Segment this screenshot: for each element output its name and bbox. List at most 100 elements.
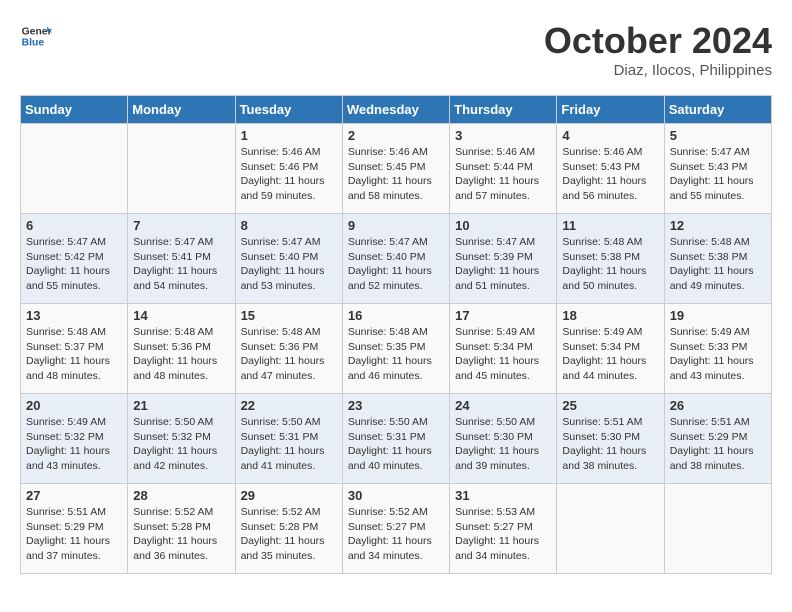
day-number: 18 (562, 308, 658, 323)
calendar-cell: 21 Sunrise: 5:50 AM Sunset: 5:32 PM Dayli… (128, 394, 235, 484)
day-number: 15 (241, 308, 337, 323)
day-number: 14 (133, 308, 229, 323)
day-detail: Sunrise: 5:49 AM Sunset: 5:33 PM Dayligh… (670, 325, 766, 384)
calendar-table: SundayMondayTuesdayWednesdayThursdayFrid… (20, 95, 772, 574)
day-header-monday: Monday (128, 96, 235, 124)
calendar-cell: 28 Sunrise: 5:52 AM Sunset: 5:28 PM Dayli… (128, 484, 235, 574)
calendar-cell: 25 Sunrise: 5:51 AM Sunset: 5:30 PM Dayli… (557, 394, 664, 484)
day-number: 22 (241, 398, 337, 413)
day-number: 1 (241, 128, 337, 143)
day-number: 20 (26, 398, 122, 413)
day-detail: Sunrise: 5:49 AM Sunset: 5:32 PM Dayligh… (26, 415, 122, 474)
calendar-cell: 15 Sunrise: 5:48 AM Sunset: 5:36 PM Dayli… (235, 304, 342, 394)
day-number: 28 (133, 488, 229, 503)
page-header: General Blue October 2024 Diaz, Ilocos, … (20, 20, 772, 79)
calendar-cell: 10 Sunrise: 5:47 AM Sunset: 5:39 PM Dayli… (450, 214, 557, 304)
calendar-cell: 24Sunrise: 5:50 AM Sunset: 5:30 PM Dayli… (450, 394, 557, 484)
title-block: October 2024 Diaz, Ilocos, Philippines (544, 20, 772, 79)
day-detail: Sunrise: 5:47 AM Sunset: 5:41 PM Dayligh… (133, 235, 229, 294)
day-detail: Sunrise: 5:52 AM Sunset: 5:28 PM Dayligh… (133, 505, 229, 564)
calendar-cell (128, 124, 235, 214)
day-detail: Sunrise: 5:48 AM Sunset: 5:37 PM Dayligh… (26, 325, 122, 384)
calendar-cell: 23 Sunrise: 5:50 AM Sunset: 5:31 PM Dayli… (342, 394, 449, 484)
day-header-saturday: Saturday (664, 96, 771, 124)
calendar-cell: 16Sunrise: 5:48 AM Sunset: 5:35 PM Dayli… (342, 304, 449, 394)
day-detail: Sunrise: 5:50 AM Sunset: 5:31 PM Dayligh… (348, 415, 444, 474)
calendar-cell: 22 Sunrise: 5:50 AM Sunset: 5:31 PM Dayli… (235, 394, 342, 484)
day-header-thursday: Thursday (450, 96, 557, 124)
day-detail: Sunrise: 5:47 AM Sunset: 5:40 PM Dayligh… (348, 235, 444, 294)
day-detail: Sunrise: 5:52 AM Sunset: 5:27 PM Dayligh… (348, 505, 444, 564)
calendar-cell: 2Sunrise: 5:46 AM Sunset: 5:45 PM Daylig… (342, 124, 449, 214)
calendar-cell: 5Sunrise: 5:47 AM Sunset: 5:43 PM Daylig… (664, 124, 771, 214)
day-detail: Sunrise: 5:50 AM Sunset: 5:32 PM Dayligh… (133, 415, 229, 474)
day-number: 12 (670, 218, 766, 233)
day-number: 31 (455, 488, 551, 503)
day-detail: Sunrise: 5:47 AM Sunset: 5:42 PM Dayligh… (26, 235, 122, 294)
day-detail: Sunrise: 5:49 AM Sunset: 5:34 PM Dayligh… (562, 325, 658, 384)
calendar-cell: 14 Sunrise: 5:48 AM Sunset: 5:36 PM Dayli… (128, 304, 235, 394)
day-detail: Sunrise: 5:51 AM Sunset: 5:29 PM Dayligh… (26, 505, 122, 564)
day-detail: Sunrise: 5:46 AM Sunset: 5:46 PM Dayligh… (241, 145, 337, 204)
day-number: 3 (455, 128, 551, 143)
calendar-cell (664, 484, 771, 574)
day-header-sunday: Sunday (21, 96, 128, 124)
calendar-cell: 12 Sunrise: 5:48 AM Sunset: 5:38 PM Dayli… (664, 214, 771, 304)
day-detail: Sunrise: 5:49 AM Sunset: 5:34 PM Dayligh… (455, 325, 551, 384)
logo-icon: General Blue (20, 20, 52, 52)
day-detail: Sunrise: 5:46 AM Sunset: 5:45 PM Dayligh… (348, 145, 444, 204)
calendar-cell (21, 124, 128, 214)
calendar-cell: 9 Sunrise: 5:47 AM Sunset: 5:40 PM Daylig… (342, 214, 449, 304)
day-number: 4 (562, 128, 658, 143)
day-number: 26 (670, 398, 766, 413)
day-detail: Sunrise: 5:50 AM Sunset: 5:30 PM Dayligh… (455, 415, 551, 474)
calendar-week-row: 1 Sunrise: 5:46 AM Sunset: 5:46 PM Daylig… (21, 124, 772, 214)
svg-text:Blue: Blue (22, 38, 45, 49)
day-detail: Sunrise: 5:48 AM Sunset: 5:36 PM Dayligh… (133, 325, 229, 384)
day-detail: Sunrise: 5:51 AM Sunset: 5:29 PM Dayligh… (670, 415, 766, 474)
day-number: 7 (133, 218, 229, 233)
calendar-cell: 19Sunrise: 5:49 AM Sunset: 5:33 PM Dayli… (664, 304, 771, 394)
calendar-cell: 31 Sunrise: 5:53 AM Sunset: 5:27 PM Dayli… (450, 484, 557, 574)
day-detail: Sunrise: 5:53 AM Sunset: 5:27 PM Dayligh… (455, 505, 551, 564)
day-number: 13 (26, 308, 122, 323)
calendar-cell (557, 484, 664, 574)
month-title: October 2024 (544, 20, 772, 62)
calendar-cell: 26 Sunrise: 5:51 AM Sunset: 5:29 PM Dayli… (664, 394, 771, 484)
day-number: 6 (26, 218, 122, 233)
calendar-cell: 30 Sunrise: 5:52 AM Sunset: 5:27 PM Dayli… (342, 484, 449, 574)
calendar-cell: 13 Sunrise: 5:48 AM Sunset: 5:37 PM Dayli… (21, 304, 128, 394)
day-number: 17 (455, 308, 551, 323)
day-number: 27 (26, 488, 122, 503)
calendar-cell: 11 Sunrise: 5:48 AM Sunset: 5:38 PM Dayli… (557, 214, 664, 304)
logo: General Blue (20, 20, 52, 52)
calendar-cell: 18 Sunrise: 5:49 AM Sunset: 5:34 PM Dayli… (557, 304, 664, 394)
day-number: 8 (241, 218, 337, 233)
calendar-week-row: 27 Sunrise: 5:51 AM Sunset: 5:29 PM Dayli… (21, 484, 772, 574)
calendar-cell: 8 Sunrise: 5:47 AM Sunset: 5:40 PM Daylig… (235, 214, 342, 304)
day-detail: Sunrise: 5:47 AM Sunset: 5:40 PM Dayligh… (241, 235, 337, 294)
calendar-body: 1 Sunrise: 5:46 AM Sunset: 5:46 PM Daylig… (21, 124, 772, 574)
day-number: 9 (348, 218, 444, 233)
day-number: 21 (133, 398, 229, 413)
day-detail: Sunrise: 5:50 AM Sunset: 5:31 PM Dayligh… (241, 415, 337, 474)
day-detail: Sunrise: 5:46 AM Sunset: 5:44 PM Dayligh… (455, 145, 551, 204)
day-detail: Sunrise: 5:52 AM Sunset: 5:28 PM Dayligh… (241, 505, 337, 564)
day-number: 23 (348, 398, 444, 413)
day-number: 11 (562, 218, 658, 233)
day-number: 10 (455, 218, 551, 233)
day-detail: Sunrise: 5:48 AM Sunset: 5:38 PM Dayligh… (670, 235, 766, 294)
calendar-cell: 1 Sunrise: 5:46 AM Sunset: 5:46 PM Daylig… (235, 124, 342, 214)
calendar-cell: 7 Sunrise: 5:47 AM Sunset: 5:41 PM Daylig… (128, 214, 235, 304)
calendar-cell: 20 Sunrise: 5:49 AM Sunset: 5:32 PM Dayli… (21, 394, 128, 484)
day-detail: Sunrise: 5:51 AM Sunset: 5:30 PM Dayligh… (562, 415, 658, 474)
calendar-cell: 3 Sunrise: 5:46 AM Sunset: 5:44 PM Daylig… (450, 124, 557, 214)
day-header-tuesday: Tuesday (235, 96, 342, 124)
day-detail: Sunrise: 5:48 AM Sunset: 5:38 PM Dayligh… (562, 235, 658, 294)
day-detail: Sunrise: 5:47 AM Sunset: 5:39 PM Dayligh… (455, 235, 551, 294)
calendar-cell: 29Sunrise: 5:52 AM Sunset: 5:28 PM Dayli… (235, 484, 342, 574)
calendar-cell: 17 Sunrise: 5:49 AM Sunset: 5:34 PM Dayli… (450, 304, 557, 394)
day-number: 30 (348, 488, 444, 503)
day-detail: Sunrise: 5:48 AM Sunset: 5:36 PM Dayligh… (241, 325, 337, 384)
day-number: 25 (562, 398, 658, 413)
